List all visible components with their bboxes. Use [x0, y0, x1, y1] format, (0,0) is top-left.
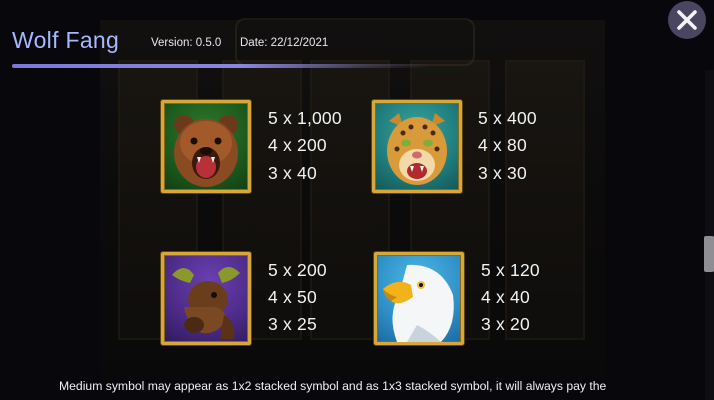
leopard-payout-4: 4 x 80: [478, 135, 527, 155]
leopard-symbol: [372, 100, 462, 193]
moose-icon: [172, 267, 240, 339]
close-icon: [677, 10, 697, 30]
moose-payout-4: 4 x 50: [268, 287, 317, 307]
eagle-symbol: [374, 252, 464, 345]
bear-icon: [174, 115, 238, 187]
close-button[interactable]: [668, 1, 706, 39]
scrollbar-thumb[interactable]: [704, 236, 714, 272]
paytable-header: Wolf Fang Version: 0.5.0 Date: 22/12/202…: [0, 0, 714, 70]
leopard-payout-5: 5 x 400: [478, 108, 537, 128]
bear-payout-3: 3 x 40: [268, 163, 317, 183]
eagle-payout-4: 4 x 40: [481, 287, 530, 307]
bear-payout-4: 4 x 200: [268, 135, 327, 155]
eagle-icon: [383, 264, 454, 342]
version-label: Version: 0.5.0: [151, 37, 222, 49]
rules-text: Medium symbol may appear as 1x2 stacked …: [59, 379, 607, 393]
leopard-icon: [387, 113, 447, 185]
bear-payout-5: 5 x 1,000: [268, 108, 342, 128]
moose-payout-3: 3 x 25: [268, 314, 317, 334]
page-title: Wolf Fang: [12, 27, 120, 53]
eagle-payout-5: 5 x 120: [481, 260, 540, 280]
title-underline: [12, 64, 432, 68]
moose-symbol: [161, 252, 251, 345]
scrollbar-track[interactable]: [705, 70, 714, 400]
date-label: Date: 22/12/2021: [240, 37, 329, 49]
bear-symbol: [161, 100, 251, 193]
moose-payout-5: 5 x 200: [268, 260, 327, 280]
leopard-payout-3: 3 x 30: [478, 163, 527, 183]
eagle-payout-3: 3 x 20: [481, 314, 530, 334]
